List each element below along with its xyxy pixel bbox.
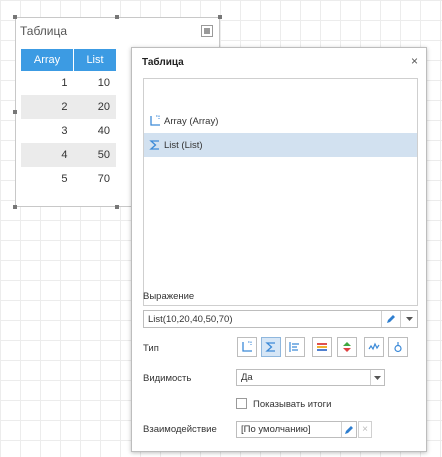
type-button-align-left[interactable] (285, 337, 305, 357)
type-button-sparkline[interactable] (364, 337, 384, 357)
cell-array: 4 (21, 143, 74, 167)
resize-handle-bottom[interactable] (115, 205, 119, 209)
color-bars-icon (317, 343, 327, 351)
align-left-icon (289, 342, 299, 352)
type-button-up-down[interactable] (337, 337, 357, 357)
cell-list: 70 (97, 173, 110, 185)
resize-handle-top[interactable] (115, 15, 119, 19)
resize-handle-top-left[interactable] (13, 15, 17, 19)
data-table: Array List 1 10 2 20 3 40 4 50 5 70 (21, 49, 116, 191)
table-row: 4 50 (21, 143, 116, 167)
cell-array: 1 (61, 77, 68, 89)
cell-array: 3 (61, 125, 68, 137)
cell-list: 10 (97, 77, 110, 89)
series-list[interactable]: Array (Array) List (List) (143, 78, 418, 306)
chevron-down-icon[interactable] (370, 370, 384, 385)
list-item-label: Array (Array) (164, 115, 219, 127)
pencil-icon[interactable] (381, 311, 400, 327)
cell-array: 5 (61, 173, 68, 185)
expression-value[interactable]: List(10,20,40,50,70) (148, 314, 233, 325)
cell-list: 40 (97, 125, 110, 137)
cell-list: 50 (73, 143, 116, 167)
interaction-label: Взаимодействие (143, 424, 217, 435)
close-icon[interactable]: × (411, 54, 418, 68)
axis-icon (242, 341, 252, 352)
resize-handle-bottom-left[interactable] (13, 205, 17, 209)
widget-menu-icon[interactable] (201, 25, 213, 37)
visibility-value: Да (241, 372, 253, 383)
interaction-field[interactable]: [По умолчанию] (236, 421, 357, 438)
expression-label: Выражение (143, 291, 195, 302)
pencil-icon[interactable] (341, 422, 356, 437)
sigma-icon (265, 342, 275, 352)
interaction-value[interactable]: [По умолчанию] (241, 424, 311, 435)
dialog-title: Таблица (142, 57, 184, 68)
type-button-axis[interactable] (237, 337, 257, 357)
up-down-icon (343, 342, 351, 352)
resize-handle-top-right[interactable] (218, 15, 222, 19)
table-row: 5 70 (21, 167, 116, 191)
list-item-array[interactable]: Array (Array) (144, 109, 417, 133)
sigma-icon (148, 139, 161, 152)
table-properties-dialog: Таблица × Array (Array) List (List) Выра… (131, 47, 427, 452)
type-label: Тип (143, 343, 159, 354)
visibility-label: Видимость (143, 373, 192, 384)
widget-title: Таблица (20, 24, 68, 38)
column-header-array[interactable]: Array (21, 49, 74, 71)
type-button-indicator[interactable] (388, 337, 408, 357)
expression-field[interactable]: List(10,20,40,50,70) (143, 310, 418, 328)
indicator-icon (394, 342, 402, 353)
visibility-select[interactable]: Да (236, 369, 385, 386)
table-row: 2 20 (21, 95, 116, 119)
chevron-down-icon[interactable] (400, 311, 417, 327)
table-row: 3 40 (21, 119, 116, 143)
resize-handle-left[interactable] (13, 110, 17, 114)
column-header-list[interactable]: List (73, 49, 116, 71)
array-axis-icon (148, 115, 161, 128)
type-button-color-bars[interactable] (312, 337, 332, 357)
table-row: 1 10 (21, 71, 116, 95)
list-item-list[interactable]: List (List) (144, 133, 417, 157)
show-totals-checkbox[interactable] (236, 398, 247, 409)
cell-list: 20 (73, 95, 116, 119)
type-button-sigma[interactable] (261, 337, 281, 357)
cell-array: 2 (21, 95, 74, 119)
table-header-row: Array List (21, 49, 116, 71)
sparkline-icon (368, 342, 380, 351)
clear-icon[interactable]: × (358, 421, 372, 438)
list-item-label: List (List) (164, 139, 203, 151)
show-totals-label[interactable]: Показывать итоги (253, 399, 331, 410)
